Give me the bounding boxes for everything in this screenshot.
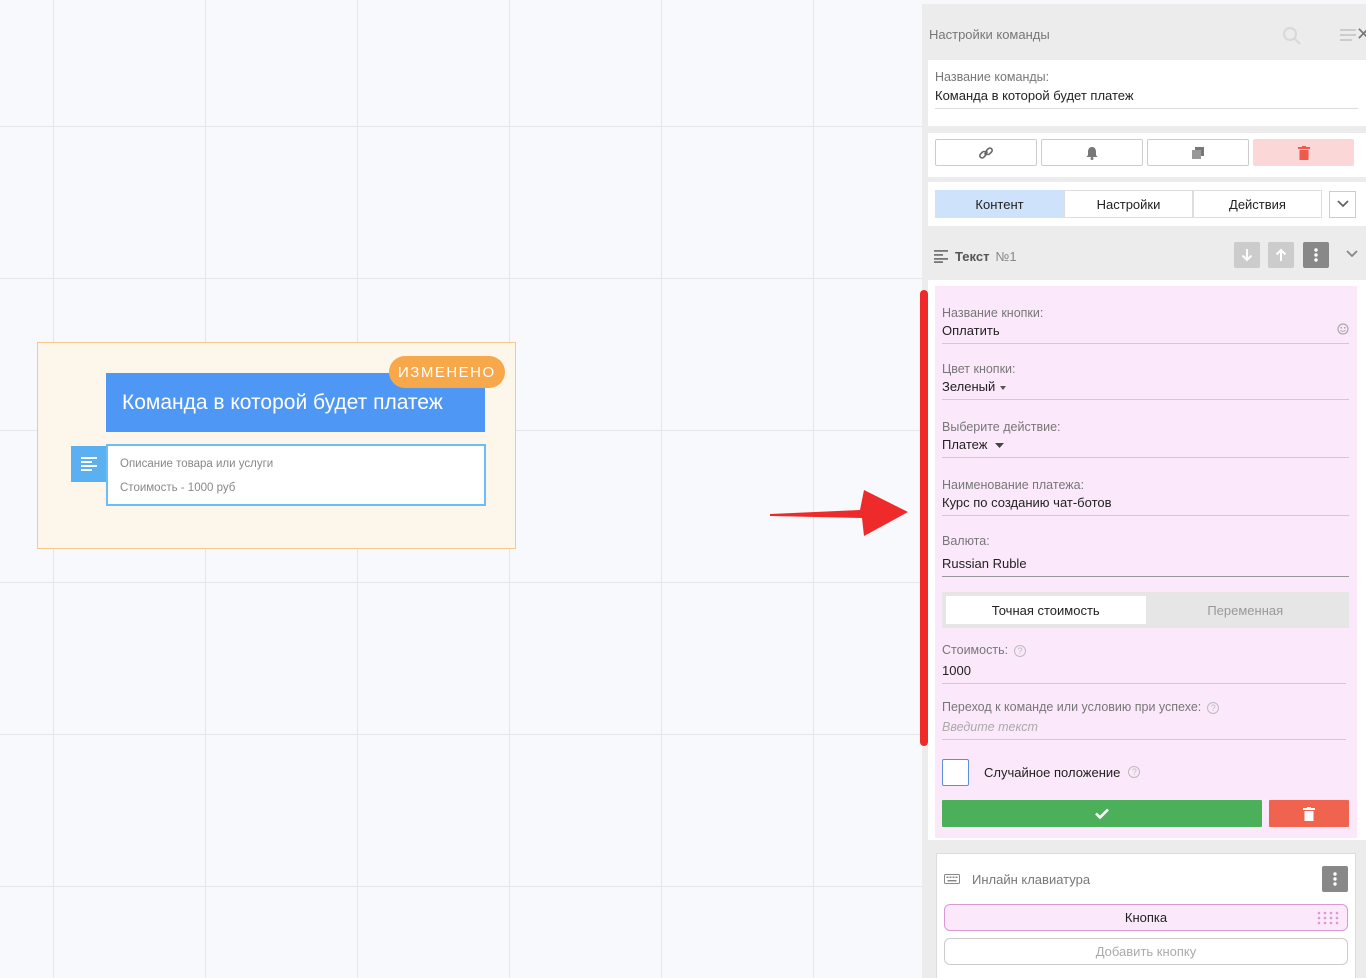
move-down-button[interactable] [1234, 242, 1260, 268]
copy-button[interactable] [1147, 139, 1249, 166]
collapse-chevron-icon[interactable] [1346, 250, 1358, 258]
link-icon [979, 146, 993, 159]
keyboard-more-button[interactable] [1322, 866, 1348, 892]
command-toolbar [928, 133, 1366, 177]
price-mode-toggle: Точная стоимость Переменная [942, 592, 1349, 628]
close-icon[interactable]: ✕ [1356, 24, 1366, 45]
trash-icon [1303, 806, 1315, 821]
keyboard-button[interactable]: Кнопка [944, 904, 1348, 931]
command-name-label: Название команды: [935, 70, 1050, 84]
button-color-select[interactable]: Зеленый [942, 379, 995, 394]
caret-down-icon [1000, 385, 1007, 390]
command-name-input[interactable]: Команда в которой будет платеж [935, 88, 1358, 109]
text-align-icon [934, 250, 948, 263]
button-form: Название кнопки: Оплатить Цвет кнопки: З… [935, 286, 1357, 838]
annotation-arrow-icon [770, 490, 908, 536]
chevron-down-icon [1336, 200, 1349, 208]
content-tabs: Контент Настройки Действия [928, 182, 1366, 226]
price-mode-variable[interactable]: Переменная [1146, 596, 1346, 624]
success-transition-label: Переход к команде или условию при успехе… [942, 700, 1202, 714]
button-color-field[interactable]: Цвет кнопки: Зеленый [942, 362, 1349, 400]
more-options-button[interactable] [1303, 242, 1329, 268]
success-transition-field[interactable]: Переход к команде или условию при успехе… [942, 700, 1346, 740]
button-name-label: Название кнопки: [942, 306, 1044, 320]
annotation-highlight-bar [920, 290, 928, 746]
tabs-dropdown-button[interactable] [1329, 190, 1356, 218]
drag-handle-icon[interactable] [1317, 911, 1339, 925]
emoji-icon[interactable] [1337, 323, 1349, 335]
payment-name-label: Наименование платежа: [942, 478, 1085, 492]
price-field[interactable]: Стоимость:? 1000 [942, 643, 1346, 684]
link-button[interactable] [935, 139, 1037, 166]
save-button[interactable] [942, 800, 1262, 827]
text-section-header: Текст №1 [928, 236, 1366, 276]
text-line-description: Описание товара или услуги [120, 458, 274, 470]
action-select[interactable]: Платеж [942, 437, 987, 452]
changed-badge: ИЗМЕНЕНО [389, 356, 505, 388]
random-position-row: Случайное положение ? [942, 758, 1141, 786]
arrow-down-icon [1241, 249, 1253, 262]
random-position-label: Случайное положение [984, 764, 1121, 780]
more-vertical-icon [1333, 872, 1337, 886]
help-icon[interactable]: ? [1128, 766, 1141, 778]
caret-down-icon [995, 443, 1005, 449]
action-label: Выберите действие: [942, 420, 1061, 434]
currency-input[interactable]: Russian Ruble [942, 556, 1349, 576]
tab-content[interactable]: Контент [935, 190, 1064, 218]
panel-title: Настройки команды [929, 26, 1050, 42]
inline-keyboard-card: Инлайн клавиатура Кнопка Добавить кнопку [936, 853, 1356, 978]
flow-canvas[interactable]: Команда в которой будет платеж ИЗМЕНЕНО … [0, 0, 922, 978]
search-icon[interactable] [1282, 26, 1302, 46]
keyboard-button-label: Кнопка [1124, 910, 1168, 925]
random-position-checkbox[interactable] [942, 758, 969, 786]
trash-icon [1297, 145, 1310, 160]
button-name-field[interactable]: Название кнопки: Оплатить [942, 306, 1349, 344]
copy-icon [1192, 146, 1204, 159]
notify-button[interactable] [1041, 139, 1143, 166]
command-name-card: Название команды: Команда в которой буде… [928, 60, 1366, 126]
action-field[interactable]: Выберите действие: Платеж [942, 420, 1349, 458]
help-icon[interactable]: ? [1207, 701, 1220, 714]
move-up-button[interactable] [1268, 242, 1294, 268]
currency-field[interactable]: Валюта: Russian Ruble [942, 534, 1349, 577]
inline-keyboard-title: Инлайн клавиатура [972, 871, 1091, 887]
keyboard-icon [944, 874, 960, 884]
price-label: Стоимость: [942, 643, 1009, 657]
text-block-preview[interactable]: Описание товара или услуги Стоимость - 1… [106, 444, 486, 506]
delete-button[interactable] [1269, 800, 1349, 827]
tab-actions[interactable]: Действия [1193, 190, 1322, 218]
payment-name-field[interactable]: Наименование платежа: Курс по созданию ч… [942, 478, 1349, 516]
price-mode-exact[interactable]: Точная стоимость [946, 596, 1146, 624]
text-line-price: Стоимость - 1000 руб [120, 482, 236, 494]
success-transition-input[interactable]: Введите текст [942, 720, 1346, 739]
tab-settings[interactable]: Настройки [1064, 190, 1193, 218]
bell-icon [1086, 146, 1098, 160]
section-number: №1 [995, 248, 1017, 264]
more-vertical-icon [1314, 248, 1318, 262]
currency-label: Валюта: [942, 534, 990, 548]
command-settings-panel: Настройки команды ✕ Название команды: Ко… [922, 4, 1366, 978]
panel-header: Настройки команды ✕ [922, 4, 1366, 64]
help-icon[interactable]: ? [1014, 644, 1027, 657]
arrow-up-icon [1275, 248, 1287, 261]
section-title: Текст [955, 248, 990, 264]
button-color-label: Цвет кнопки: [942, 362, 1016, 376]
button-name-input[interactable]: Оплатить [942, 323, 1349, 343]
delete-command-button[interactable] [1253, 139, 1354, 166]
text-block-icon [71, 446, 107, 482]
button-form-card: Название кнопки: Оплатить Цвет кнопки: З… [928, 280, 1366, 840]
payment-name-input[interactable]: Курс по созданию чат-ботов [942, 495, 1349, 515]
add-keyboard-button[interactable]: Добавить кнопку [944, 938, 1348, 965]
check-icon [1095, 808, 1109, 819]
price-input[interactable]: 1000 [942, 663, 1346, 683]
inline-keyboard-header: Инлайн клавиатура [944, 854, 1348, 904]
